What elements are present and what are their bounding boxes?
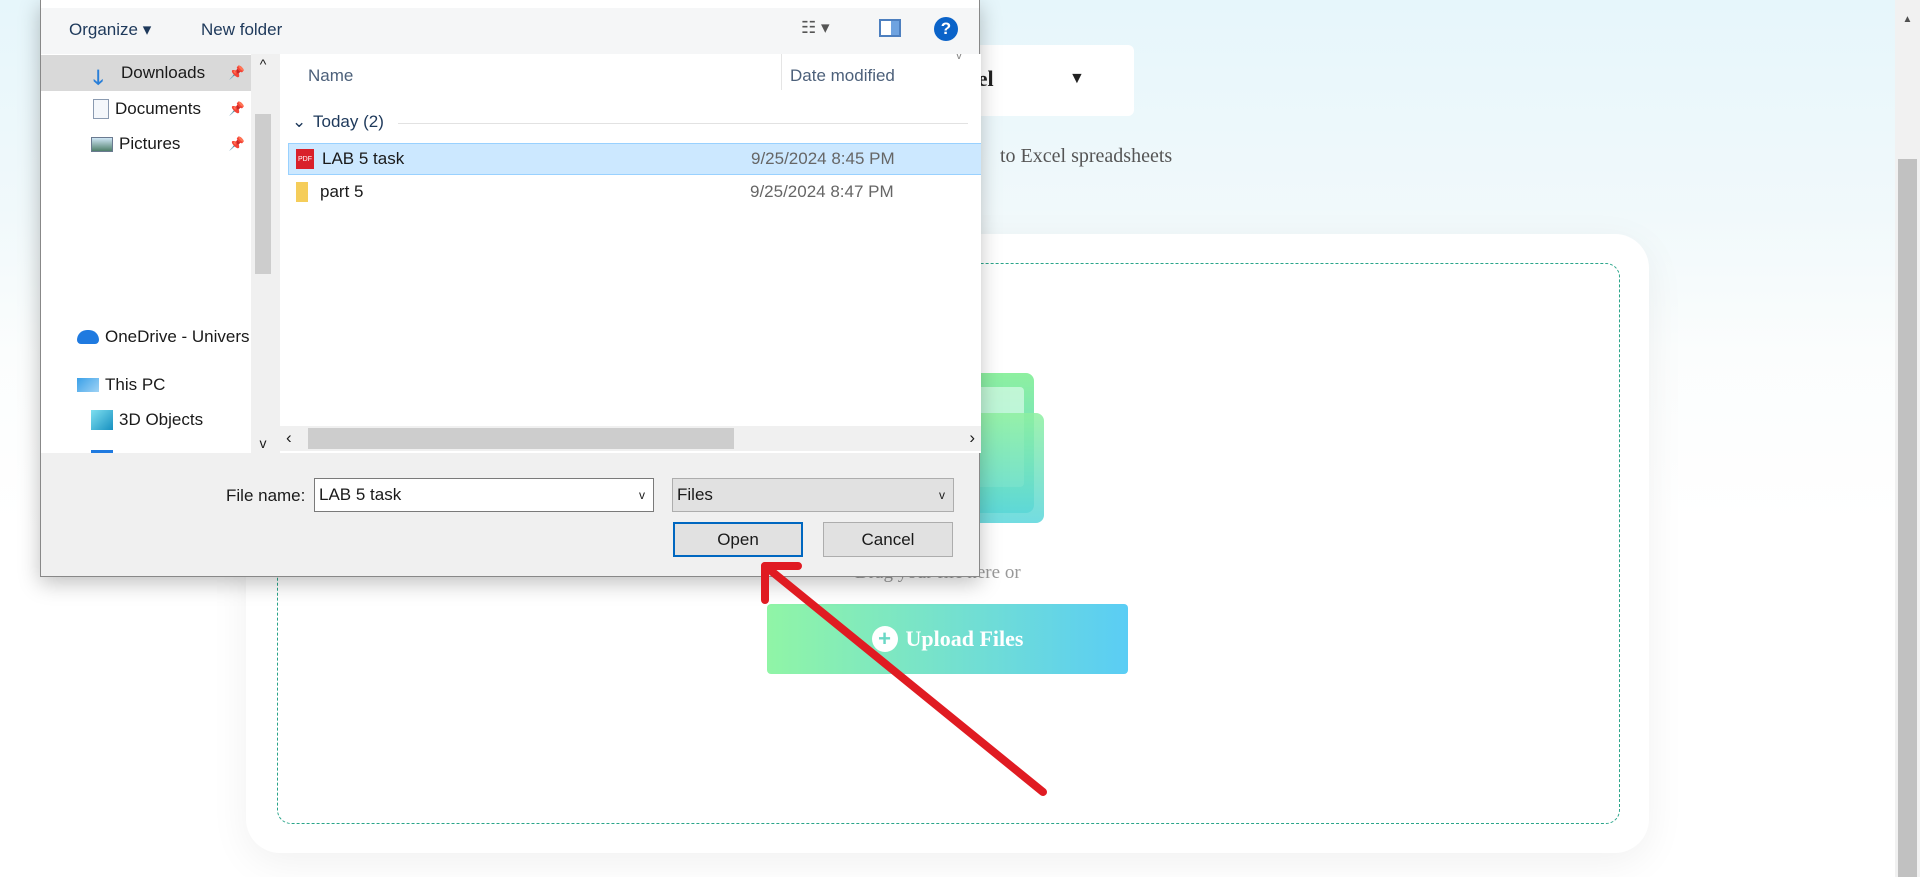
red-arrow-annotation: [761, 562, 1047, 796]
